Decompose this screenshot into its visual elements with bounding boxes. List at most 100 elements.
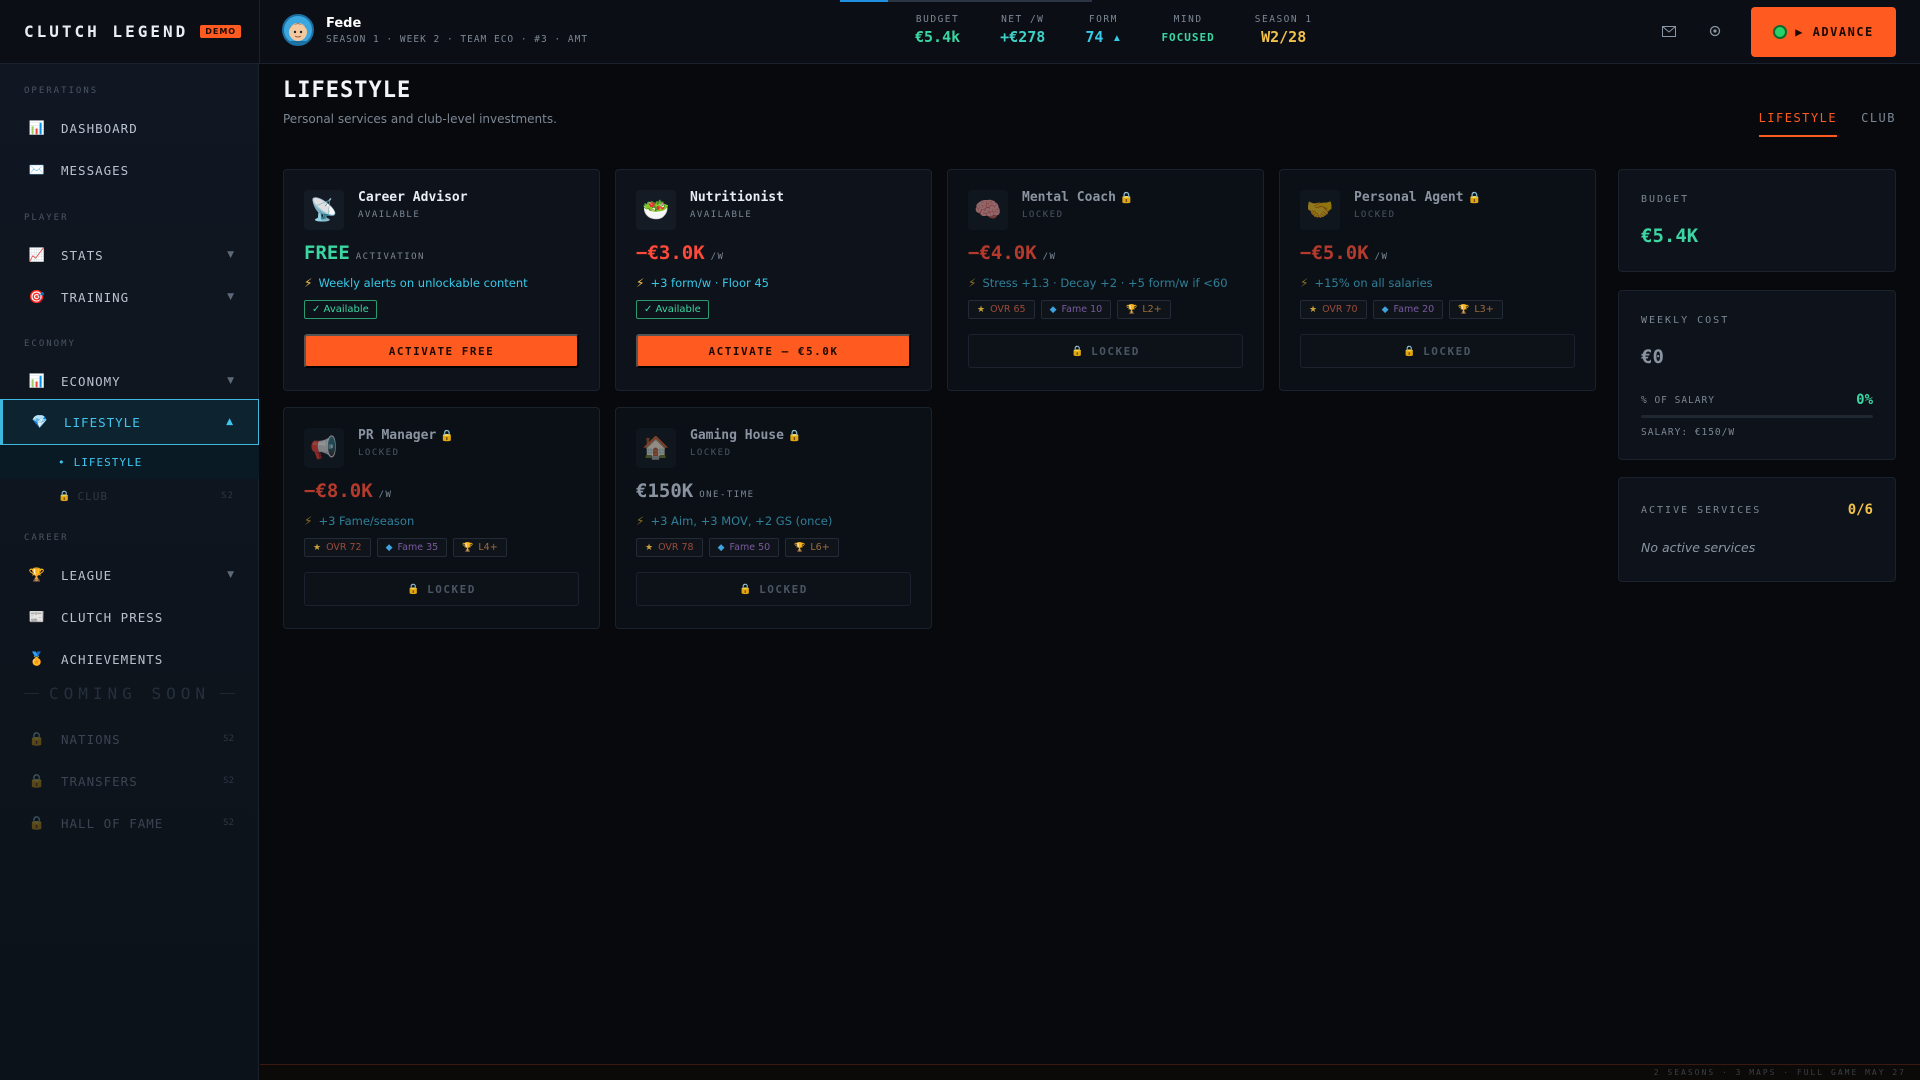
sidebar-item-economy[interactable]: 📊 ECONOMY ▼	[0, 360, 259, 402]
requirement-ovr: ★ OVR 72	[304, 538, 371, 557]
active-services-count: 0/6	[1847, 502, 1873, 518]
profile-subtitle: SEASON 1 · WEEK 2 · TEAM ECO · #3 · AMT	[326, 33, 589, 45]
sidebar-item-label: TRAINING	[61, 289, 130, 305]
season-tag: S2	[221, 491, 234, 501]
sidebar-item-lifestyle[interactable]: 💎 LIFESTYLE ▲	[0, 399, 259, 445]
sidebar-item-label: HALL OF FAME	[61, 815, 164, 831]
lightning-icon: ⚡	[636, 514, 645, 528]
requirements: ★ OVR 70 ◆ Fame 20 🏆 L3+	[1300, 300, 1503, 319]
bar-chart-icon: 📊	[28, 120, 46, 136]
card-effect: ⚡ +3 form/w · Floor 45	[636, 276, 769, 290]
satellite-dish-icon: 📡	[304, 190, 344, 230]
price-value: −€4.0K	[968, 242, 1037, 264]
effect-text: +3 Aim, +3 MOV, +2 GS (once)	[650, 514, 833, 528]
activate-button[interactable]: ACTIVATE — €5.0K	[636, 334, 911, 368]
mail-icon[interactable]	[1660, 22, 1678, 40]
sidebar-item-achievements[interactable]: 🏅 ACHIEVEMENTS	[0, 638, 259, 680]
requirement-fame: ◆ Fame 10	[1040, 300, 1112, 319]
card-effect: ⚡ Weekly alerts on unlockable content	[304, 276, 528, 290]
avatar-face-icon	[289, 23, 307, 44]
demo-badge: DEMO	[200, 25, 242, 38]
lock-icon: 🔒	[28, 815, 46, 831]
weekly-cost-value: €0	[1641, 346, 1664, 368]
lock-icon: 🔒	[739, 583, 754, 595]
advance-button[interactable]: ▶ ADVANCE	[1751, 7, 1896, 57]
card-status: LOCKED	[690, 448, 732, 458]
sidebar-item-dashboard[interactable]: 📊 DASHBOARD	[0, 107, 259, 149]
top-icons	[1660, 22, 1724, 40]
gear-icon[interactable]	[1706, 22, 1724, 40]
stat-form: FORM 74 ▴	[1065, 14, 1141, 46]
card-status: AVAILABLE	[690, 210, 753, 220]
lock-icon: 🔒	[787, 429, 802, 442]
diamond-icon: ◆	[1381, 304, 1389, 315]
card-title: PR Manager 🔒	[358, 428, 454, 443]
locked-button: 🔒 LOCKED	[636, 572, 911, 606]
price-unit: ACTIVATION	[355, 252, 425, 262]
panel-label: BUDGET	[1641, 194, 1690, 205]
lock-icon: 🔒	[28, 773, 46, 789]
sidebar-subitem-lifestyle[interactable]: • LIFESTYLE	[0, 445, 259, 479]
card-status: LOCKED	[1022, 210, 1064, 220]
activate-button[interactable]: ACTIVATE FREE	[304, 334, 579, 368]
card-title: Personal Agent 🔒	[1354, 190, 1482, 205]
card-status: AVAILABLE	[358, 210, 421, 220]
top-bar: CLUTCH LEGEND DEMO Fede SEASON 1 · WEEK …	[0, 0, 1920, 64]
card-price: −€8.0K /W	[304, 480, 392, 502]
requirement-fame: ◆ Fame 35	[376, 538, 448, 557]
lock-icon: 🔒	[1071, 345, 1086, 357]
brand[interactable]: CLUTCH LEGEND DEMO	[24, 22, 242, 41]
trophy-icon: 🏆	[1458, 304, 1470, 315]
sidebar-item-label: LEAGUE	[61, 567, 113, 583]
price-unit: /W	[378, 490, 393, 500]
price-unit: /W	[710, 252, 725, 262]
sidebar-item-label: NATIONS	[61, 731, 121, 747]
stat-label: BUDGET	[915, 14, 960, 25]
tab-lifestyle[interactable]: LIFESTYLE	[1758, 111, 1838, 137]
service-card-gaming-house: 🏠 Gaming House 🔒 LOCKED €150K ONE-TIME ⚡ …	[615, 407, 932, 629]
stat-season: SEASON 1 W2/28	[1235, 14, 1333, 46]
stat-budget: BUDGET €5.4k	[895, 14, 980, 46]
requirements: ★ OVR 78 ◆ Fame 50 🏆 L6+	[636, 538, 839, 557]
trend-chart-icon: 📈	[28, 247, 46, 263]
coming-soon-label: COMING SOON	[49, 684, 210, 703]
chevron-down-icon: ▼	[227, 250, 234, 260]
section-player: PLAYER	[24, 213, 69, 223]
sidebar-item-clutch-press[interactable]: 📰 CLUTCH PRESS	[0, 596, 259, 638]
sidebar-item-league[interactable]: 🏆 LEAGUE ▼	[0, 554, 259, 596]
card-effect: ⚡ +15% on all salaries	[1300, 276, 1433, 290]
header-stats: BUDGET €5.4k NET /W +€278 FORM 74 ▴ MIND…	[895, 14, 1333, 46]
requirement-ovr: ★ OVR 78	[636, 538, 703, 557]
envelope-icon: ✉️	[28, 162, 46, 178]
effect-text: Stress +1.3 · Decay +2 · +5 form/w if <6…	[982, 276, 1228, 290]
requirement-league: 🏆 L3+	[1449, 300, 1503, 319]
profile[interactable]: Fede SEASON 1 · WEEK 2 · TEAM ECO · #3 ·…	[282, 14, 588, 46]
lightning-icon: ⚡	[968, 276, 977, 290]
megaphone-icon: 📢	[304, 428, 344, 468]
sidebar-item-hall-of-fame: 🔒 HALL OF FAME S2	[0, 802, 259, 844]
price-value: −€3.0K	[636, 242, 705, 264]
trophy-icon: 🏆	[1126, 304, 1138, 315]
stat-label: FORM	[1088, 14, 1118, 25]
chevron-down-icon: ▼	[227, 376, 234, 386]
trophy-icon: 🏆	[462, 542, 474, 553]
requirement-fame: ◆ Fame 20	[1372, 300, 1444, 319]
brain-icon: 🧠	[968, 190, 1008, 230]
sidebar-item-training[interactable]: 🎯 TRAINING ▼	[0, 276, 259, 318]
budget-value: €5.4K	[1641, 225, 1699, 247]
stat-label: NET /W	[1001, 14, 1045, 25]
brand-name: CLUTCH LEGEND	[24, 22, 189, 41]
card-price: −€4.0K /W	[968, 242, 1056, 264]
page-tabs: LIFESTYLE CLUB	[1758, 111, 1896, 137]
app-root: CLUTCH LEGEND DEMO Fede SEASON 1 · WEEK …	[0, 0, 1920, 1080]
page-title: LIFESTYLE	[283, 78, 412, 103]
star-icon: ★	[1309, 304, 1318, 315]
sidebar-item-stats[interactable]: 📈 STATS ▼	[0, 234, 259, 276]
effect-text: +3 Fame/season	[318, 514, 415, 528]
price-unit: /W	[1042, 252, 1057, 262]
season-tag: S2	[223, 734, 234, 744]
sidebar-item-label: DASHBOARD	[61, 120, 138, 136]
tab-club[interactable]: CLUB	[1861, 111, 1896, 137]
sidebar-item-messages[interactable]: ✉️ MESSAGES	[0, 149, 259, 191]
coming-soon-divider: COMING SOON	[24, 684, 235, 703]
